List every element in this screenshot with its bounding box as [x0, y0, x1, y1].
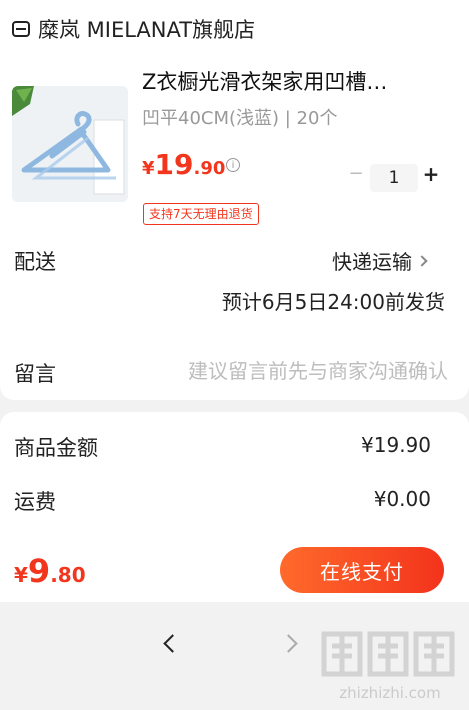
shipping-fee-value: ¥0.00	[373, 487, 431, 511]
delivery-eta: 预计6月5日24:00前发货	[221, 290, 445, 314]
back-arrow-icon[interactable]	[160, 632, 182, 656]
product-price: ¥ 19 .90	[142, 148, 225, 181]
hanger-image	[12, 86, 128, 202]
quantity-value[interactable]: 1	[370, 164, 418, 192]
order-card: 糜岚 MIELANAT旗舰店 Z衣橱光滑衣架家用凹槽… 凹平40CM(浅蓝) |…	[0, 0, 469, 400]
shipping-fee-label: 运费	[14, 490, 56, 514]
delivery-label: 配送	[14, 250, 56, 274]
product-title[interactable]: Z衣橱光滑衣架家用凹槽…	[142, 66, 452, 96]
price-info-icon[interactable]: i	[226, 158, 240, 172]
delivery-method-selector[interactable]: 快递运输	[332, 246, 428, 275]
delivery-method-text: 快递运输	[332, 250, 412, 274]
total-currency: ¥	[14, 563, 28, 587]
product-image[interactable]	[12, 86, 128, 202]
checkout-bar: ¥ 9 .80 在线支付	[0, 532, 469, 602]
watermark-url: zhizhizhi.com	[339, 684, 440, 702]
watermark-logo: zhizhizhi.com	[321, 631, 455, 702]
browser-nav-bar: zhizhizhi.com	[0, 602, 469, 710]
quantity-increase-button[interactable]: +	[422, 162, 440, 186]
store-icon	[12, 21, 30, 37]
price-decimal: .90	[193, 158, 226, 179]
shop-header[interactable]: 糜岚 MIELANAT旗舰店	[12, 14, 255, 44]
quantity-decrease-button[interactable]: −	[347, 164, 365, 184]
goods-amount-value: ¥19.90	[361, 433, 431, 457]
shop-name[interactable]: 糜岚 MIELANAT旗舰店	[38, 14, 255, 44]
product-spec[interactable]: 凹平40CM(浅蓝) | 20个	[142, 104, 337, 130]
chevron-right-icon	[416, 254, 428, 267]
forward-arrow-icon[interactable]	[280, 632, 302, 656]
price-currency: ¥	[142, 158, 155, 179]
total-price: ¥ 9 .80	[14, 552, 86, 590]
price-summary: 商品金额 ¥19.90 运费 ¥0.00	[0, 412, 469, 532]
goods-amount-label: 商品金额	[14, 436, 98, 460]
remark-input[interactable]	[118, 354, 448, 388]
remark-label: 留言	[14, 362, 56, 386]
total-integer: 9	[27, 552, 51, 590]
total-decimal: .80	[50, 563, 86, 587]
price-integer: 19	[154, 148, 194, 181]
return-policy-badge: 支持7天无理由退货	[143, 203, 259, 225]
pay-online-button[interactable]: 在线支付	[280, 547, 444, 593]
